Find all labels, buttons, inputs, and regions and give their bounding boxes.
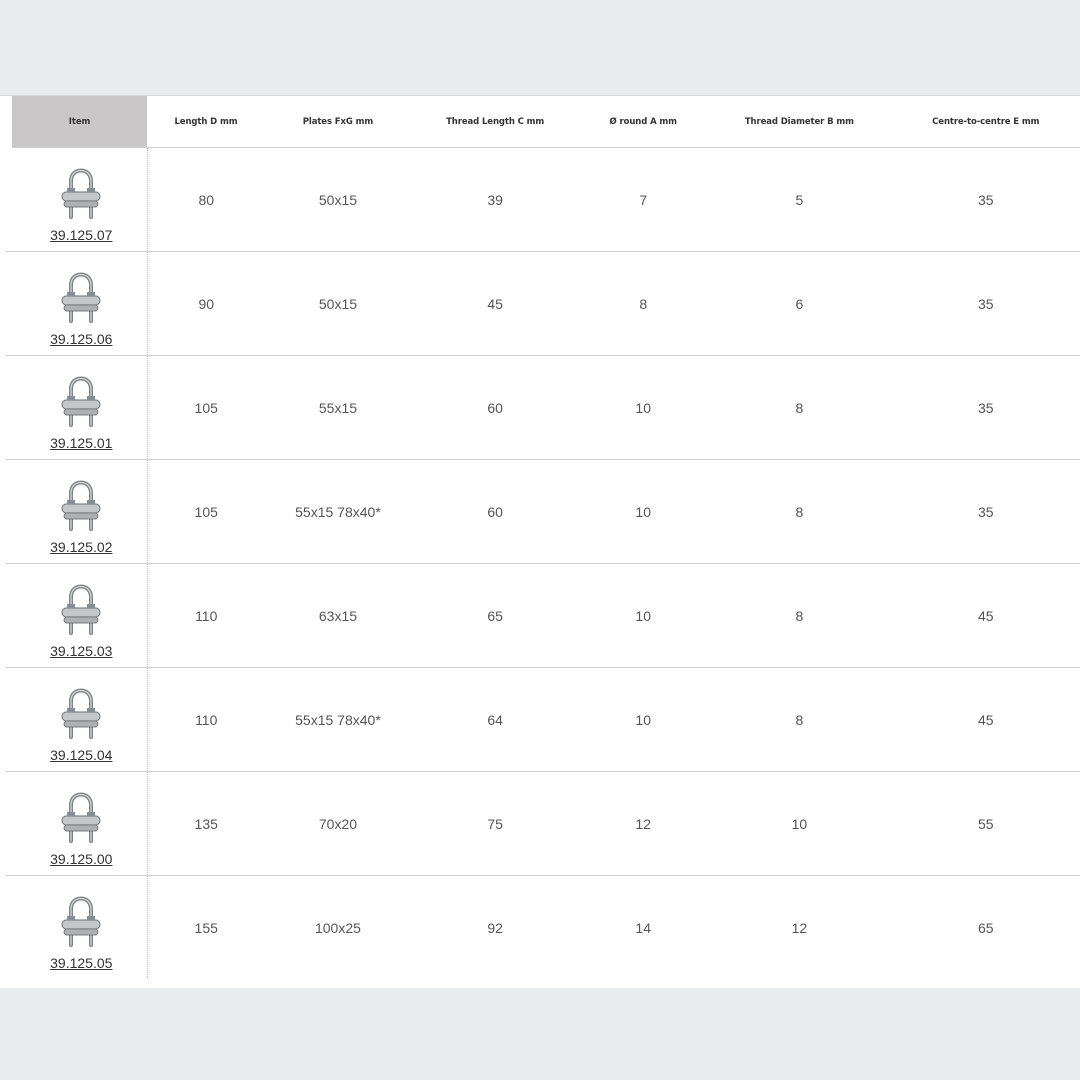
centre-cell: 35 bbox=[891, 355, 1080, 460]
item-code-link[interactable]: 39.125.01 bbox=[50, 435, 112, 451]
u-bolt-product-icon[interactable] bbox=[57, 885, 105, 953]
item-code-link[interactable]: 39.125.06 bbox=[50, 331, 112, 347]
item-code-link[interactable]: 39.125.03 bbox=[50, 643, 112, 659]
round-cell: 10 bbox=[579, 355, 708, 460]
centre-cell: 35 bbox=[891, 147, 1080, 252]
item-cell: 39.125.05 bbox=[6, 875, 148, 979]
u-bolt-product-icon[interactable] bbox=[57, 781, 105, 849]
item-cell: 39.125.06 bbox=[6, 251, 148, 356]
length-cell: 110 bbox=[147, 667, 265, 772]
specs-table-container: Item Length D mm Plates FxG mm Thread Le… bbox=[0, 95, 1080, 988]
table-row: 39.125.06 90 50x15 45 8 6 35 bbox=[6, 251, 1080, 356]
page: Item Length D mm Plates FxG mm Thread Le… bbox=[0, 0, 1080, 1080]
header-centre: Centre-to-centre E mm bbox=[891, 96, 1080, 148]
item-code-link[interactable]: 39.125.02 bbox=[50, 539, 112, 555]
u-bolt-product-icon[interactable] bbox=[57, 261, 105, 329]
thread-length-cell: 60 bbox=[411, 459, 580, 564]
item-code-link[interactable]: 39.125.07 bbox=[50, 227, 112, 243]
item-cell: 39.125.03 bbox=[6, 563, 148, 668]
round-cell: 10 bbox=[579, 667, 708, 772]
round-cell: 12 bbox=[579, 771, 708, 876]
header-thread-length: Thread Length C mm bbox=[411, 96, 580, 148]
u-bolt-product-icon[interactable] bbox=[57, 469, 105, 537]
thread-diameter-cell: 8 bbox=[707, 459, 892, 564]
table-row: 39.125.04 110 55x15 78x40* 64 10 8 45 bbox=[6, 667, 1080, 772]
length-cell: 90 bbox=[147, 251, 265, 356]
table-row: 39.125.00 135 70x20 75 12 10 55 bbox=[6, 771, 1080, 876]
thread-length-cell: 60 bbox=[411, 355, 580, 460]
plates-cell: 50x15 bbox=[264, 147, 411, 252]
header-plates: Plates FxG mm bbox=[264, 96, 411, 148]
item-cell: 39.125.02 bbox=[6, 459, 148, 564]
table-row: 39.125.05 155 100x25 92 14 12 65 bbox=[6, 875, 1080, 979]
round-cell: 10 bbox=[579, 563, 708, 668]
thread-diameter-cell: 10 bbox=[707, 771, 892, 876]
thread-diameter-cell: 12 bbox=[791, 919, 808, 936]
thread-length-cell: 92 bbox=[487, 919, 503, 936]
centre-cell: 35 bbox=[891, 251, 1080, 356]
table-header-row: Item Length D mm Plates FxG mm Thread Le… bbox=[0, 96, 1080, 148]
item-cell: 39.125.07 bbox=[6, 147, 148, 252]
thread-length-cell: 39 bbox=[411, 147, 580, 252]
header-thread-diameter: Thread Diameter B mm bbox=[707, 96, 892, 148]
header-length: Length D mm bbox=[147, 96, 265, 148]
round-cell: 14 bbox=[635, 919, 651, 936]
length-cell: 105 bbox=[147, 459, 265, 564]
plates-cell: 70x20 bbox=[264, 771, 411, 876]
centre-cell: 45 bbox=[891, 667, 1080, 772]
centre-cell: 65 bbox=[977, 919, 994, 936]
centre-cell: 55 bbox=[891, 771, 1080, 876]
plates-cell: 55x15 78x40* bbox=[264, 667, 411, 772]
thread-length-cell: 64 bbox=[411, 667, 580, 772]
length-cell: 155 bbox=[194, 919, 218, 936]
length-cell: 105 bbox=[147, 355, 265, 460]
u-bolt-product-icon[interactable] bbox=[57, 677, 105, 745]
thread-diameter-cell: 8 bbox=[707, 667, 892, 772]
length-cell: 80 bbox=[147, 147, 265, 252]
thread-diameter-cell: 8 bbox=[707, 563, 892, 668]
plates-cell: 55x15 78x40* bbox=[264, 459, 411, 564]
table-row: 39.125.03 110 63x15 65 10 8 45 bbox=[6, 563, 1080, 668]
item-code-link[interactable]: 39.125.05 bbox=[50, 955, 112, 971]
thread-diameter-cell: 6 bbox=[707, 251, 892, 356]
length-cell: 135 bbox=[147, 771, 265, 876]
plates-cell: 100x25 bbox=[314, 919, 361, 936]
thread-length-cell: 65 bbox=[411, 563, 580, 668]
table-row: 39.125.02 105 55x15 78x40* 60 10 8 35 bbox=[6, 459, 1080, 564]
plates-cell: 55x15 bbox=[264, 355, 411, 460]
length-cell: 110 bbox=[147, 563, 265, 668]
item-cell: 39.125.01 bbox=[6, 355, 148, 460]
thread-length-cell: 45 bbox=[411, 251, 580, 356]
u-bolt-product-icon[interactable] bbox=[57, 365, 105, 433]
round-cell: 8 bbox=[579, 251, 708, 356]
thread-diameter-cell: 5 bbox=[707, 147, 892, 252]
round-cell: 7 bbox=[579, 147, 708, 252]
thread-diameter-cell: 8 bbox=[707, 355, 892, 460]
u-bolt-product-icon[interactable] bbox=[57, 157, 105, 225]
specs-table: Item Length D mm Plates FxG mm Thread Le… bbox=[0, 96, 1080, 979]
item-cell: 39.125.00 bbox=[6, 771, 148, 876]
table-row: 39.125.01 105 55x15 60 10 8 35 bbox=[6, 355, 1080, 460]
thread-length-cell: 75 bbox=[411, 771, 580, 876]
centre-cell: 35 bbox=[891, 459, 1080, 564]
item-cell: 39.125.04 bbox=[6, 667, 148, 772]
plates-cell: 50x15 bbox=[264, 251, 411, 356]
item-code-link[interactable]: 39.125.00 bbox=[50, 851, 112, 867]
item-code-link[interactable]: 39.125.04 bbox=[50, 747, 112, 763]
u-bolt-product-icon[interactable] bbox=[57, 573, 105, 641]
plates-cell: 63x15 bbox=[264, 563, 411, 668]
header-item: Item bbox=[0, 96, 148, 148]
round-cell: 10 bbox=[579, 459, 708, 564]
table-row: 39.125.07 80 50x15 39 7 5 35 bbox=[6, 147, 1080, 252]
centre-cell: 45 bbox=[891, 563, 1080, 668]
header-round: Ø round A mm bbox=[579, 96, 708, 148]
